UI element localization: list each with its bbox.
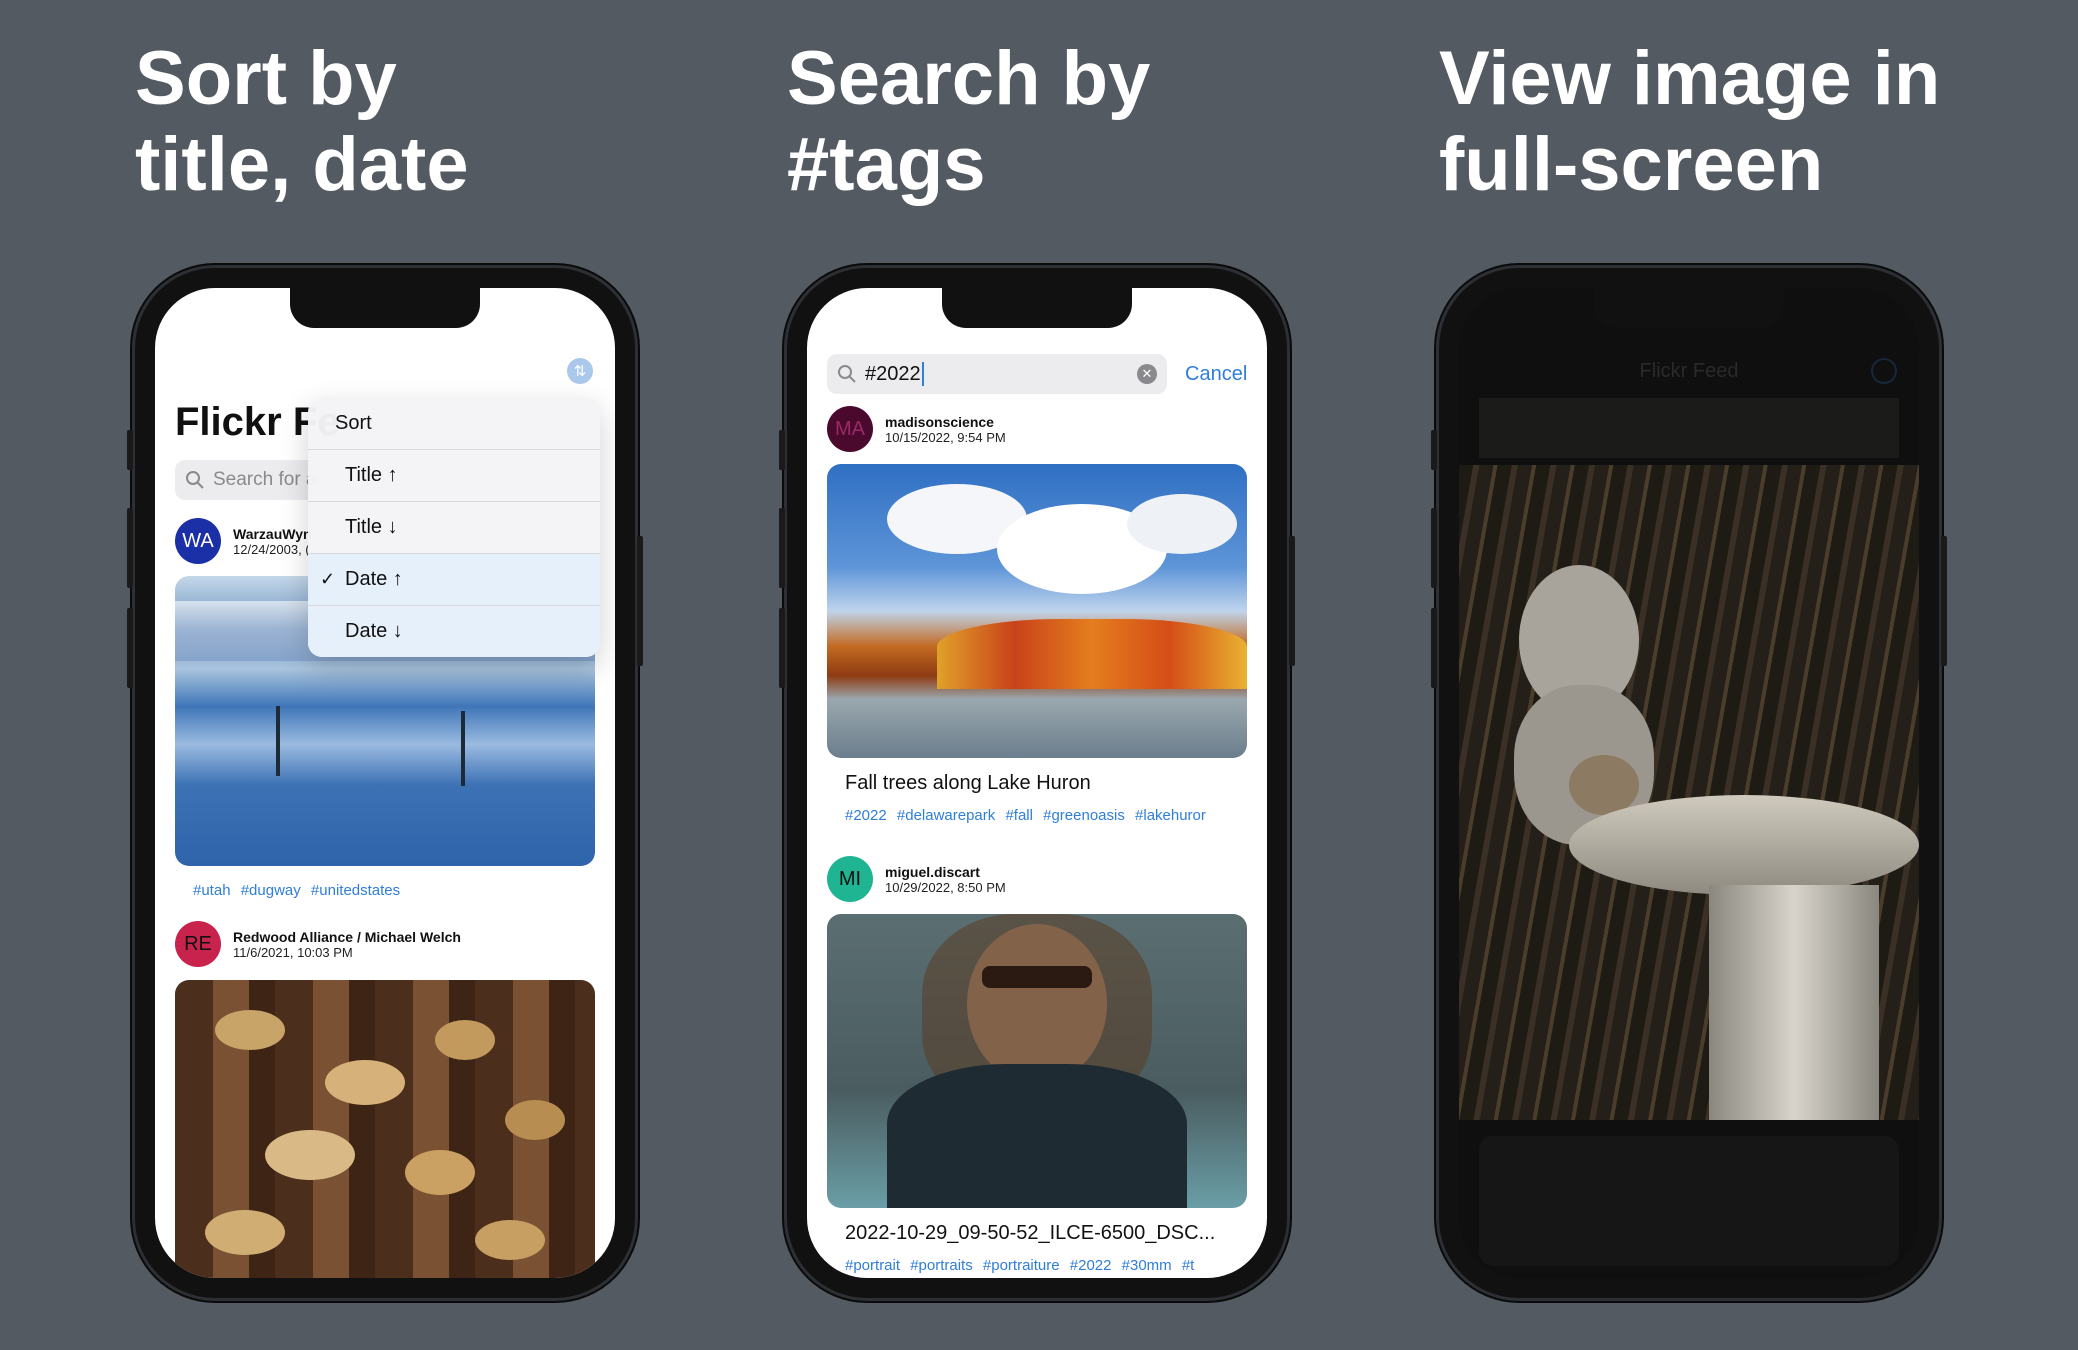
text-cursor	[921, 362, 924, 386]
fullscreen-image[interactable]	[1459, 465, 1919, 1120]
arrow-up-down-icon[interactable]: ⇅	[567, 358, 593, 384]
phone-search: #2022 ✕ Cancel MA madisonscience 10/15/2…	[779, 268, 1295, 1298]
notch	[942, 288, 1132, 328]
user-name: miguel.discart	[885, 863, 980, 880]
image-shirt	[887, 1064, 1187, 1208]
sort-menu-title: Sort	[335, 412, 372, 434]
sort-option-label: Title ↓	[345, 516, 398, 538]
arrow-up-down-icon[interactable]	[1871, 358, 1897, 384]
nav-title: Flickr Feed	[1639, 360, 1739, 382]
volume-down-button	[779, 608, 785, 688]
search-icon	[186, 471, 204, 489]
post-title: 2022-10-29_09-50-52_ILCE-6500_DSC...	[845, 1222, 1216, 1244]
post-header[interactable]: MA madisonscience 10/15/2022, 9:54 PM	[827, 406, 1006, 452]
avatar: MI	[827, 856, 873, 902]
image-birdbath-bowl	[1569, 795, 1919, 895]
avatar: MA	[827, 406, 873, 452]
avatar: WA	[175, 518, 221, 564]
post-date: 11/6/2021, 10:03 PM	[233, 944, 353, 960]
image-post	[276, 706, 280, 776]
sort-option-date-desc[interactable]: Date ↓	[308, 605, 600, 657]
post-tags[interactable]: #2022 #delawarepark #fall #greenoasis #l…	[845, 807, 1206, 824]
post-tags[interactable]: #portrait #portraits #portraiture #2022 …	[845, 1257, 1194, 1274]
user-name: madisonscience	[885, 413, 994, 430]
post-image[interactable]	[827, 914, 1247, 1208]
headline-search: Search by #tags	[787, 36, 1150, 208]
headline-sort: Sort by title, date	[135, 36, 469, 208]
headline-sort-line2: title, date	[135, 122, 469, 207]
image-squirrel-head	[1569, 755, 1639, 815]
post-date: 10/15/2022, 9:54 PM	[885, 429, 1006, 445]
post-image[interactable]	[827, 464, 1247, 758]
image-mushroom	[325, 1060, 405, 1105]
power-button	[637, 536, 643, 666]
avatar: RE	[175, 921, 221, 967]
post-header[interactable]: MI miguel.discart 10/29/2022, 8:50 PM	[827, 856, 1006, 902]
phone-fullscreen-screen: Flickr Feed	[1459, 288, 1919, 1278]
search-input[interactable]: #2022 ✕	[827, 354, 1167, 394]
user-name: WarzauWyn	[233, 525, 312, 542]
image-birdbath-pedestal	[1709, 885, 1879, 1120]
image-cloud	[1127, 494, 1237, 554]
post-date: 10/29/2022, 8:50 PM	[885, 879, 1006, 895]
background-post-image	[1479, 1136, 1899, 1266]
image-mushroom	[265, 1130, 355, 1180]
phone-sort-screen: ⇅ Flickr Fe Search for a WA WarzauWyn 12…	[155, 288, 615, 1278]
mute-switch	[1431, 430, 1437, 470]
volume-up-button	[779, 508, 785, 588]
power-button	[1289, 536, 1295, 666]
phone-search-screen: #2022 ✕ Cancel MA madisonscience 10/15/2…	[807, 288, 1267, 1278]
post-date: 12/24/2003, (	[233, 541, 310, 557]
image-post	[461, 711, 465, 786]
search-icon	[838, 365, 856, 383]
checkmark-icon: ✓	[320, 569, 336, 589]
sort-option-date-asc[interactable]: ✓ Date ↑	[308, 553, 600, 605]
mute-switch	[779, 430, 785, 470]
post-header[interactable]: WA WarzauWyn 12/24/2003, (	[175, 518, 312, 564]
image-mushroom	[435, 1020, 495, 1060]
headline-search-line2: #tags	[787, 122, 986, 207]
sort-option-label: Date ↓	[345, 620, 403, 642]
image-mushroom	[505, 1100, 565, 1140]
volume-up-button	[127, 508, 133, 588]
mute-switch	[127, 430, 133, 470]
post-title: Fall trees along Lake Huron	[845, 772, 1091, 794]
image-glasses	[982, 966, 1092, 988]
search-value: #2022	[865, 362, 921, 385]
notch	[1594, 288, 1784, 328]
search-placeholder: Search for a	[213, 469, 317, 490]
headline-search-line1: Search by	[787, 36, 1151, 121]
image-mushroom	[215, 1010, 285, 1050]
sort-option-title-asc[interactable]: Title ↑	[308, 449, 600, 501]
background-post-image	[1479, 398, 1899, 458]
clear-icon[interactable]: ✕	[1137, 364, 1157, 384]
phone-sort: ⇅ Flickr Fe Search for a WA WarzauWyn 12…	[127, 268, 643, 1298]
post-image[interactable]	[175, 980, 595, 1278]
volume-down-button	[1431, 608, 1437, 688]
volume-down-button	[127, 608, 133, 688]
cancel-button[interactable]: Cancel	[1185, 363, 1247, 386]
user-name: Redwood Alliance / Michael Welch	[233, 928, 461, 945]
image-trees	[937, 619, 1247, 689]
sort-option-label: Date ↑	[345, 568, 403, 590]
image-mushroom	[205, 1210, 285, 1255]
sort-option-label: Title ↑	[345, 464, 398, 486]
volume-up-button	[1431, 508, 1437, 588]
notch	[290, 288, 480, 328]
headline-sort-line1: Sort by	[135, 36, 397, 121]
image-mushroom	[405, 1150, 475, 1195]
headline-view-line1: View image in	[1439, 36, 1941, 121]
sort-menu: Sort Title ↑ Title ↓ ✓ Date ↑ Date ↓	[308, 398, 600, 657]
image-mushroom	[475, 1220, 545, 1260]
headline-view: View image in full-screen	[1439, 36, 1940, 208]
sort-option-title-desc[interactable]: Title ↓	[308, 501, 600, 553]
headline-view-line2: full-screen	[1439, 122, 1824, 207]
phone-fullscreen: Flickr Feed	[1431, 268, 1947, 1298]
post-tags[interactable]: #utah #dugway #unitedstates	[193, 882, 400, 899]
power-button	[1941, 536, 1947, 666]
post-header[interactable]: RE Redwood Alliance / Michael Welch 11/6…	[175, 921, 461, 967]
